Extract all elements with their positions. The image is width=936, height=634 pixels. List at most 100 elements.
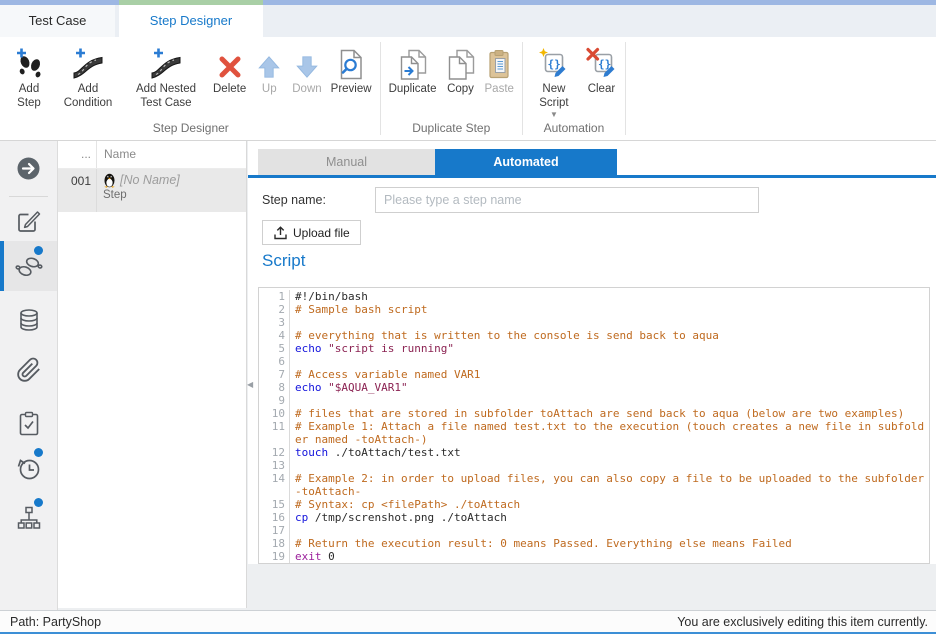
step-name-placeholder: [No Name]	[120, 173, 180, 187]
code-line: 13	[259, 459, 929, 472]
code-text: # Access variable named VAR1	[290, 368, 929, 381]
line-number: 12	[259, 446, 290, 459]
line-number: 1	[259, 290, 290, 303]
ribbon-button-label: Add Nested Test Case	[128, 83, 204, 110]
status-editing-message: You are exclusively editing this item cu…	[677, 615, 928, 629]
dropdown-arrow-icon: ▼	[550, 112, 558, 118]
code-text	[290, 524, 929, 537]
sidebar-item-data[interactable]	[0, 307, 57, 334]
step-editor-panel: ◀ Manual Automated Step name: Upload fil…	[248, 141, 936, 610]
ribbon-delete-button[interactable]: Delete	[210, 43, 249, 98]
line-number: 18	[259, 537, 290, 550]
line-number: 5	[259, 342, 290, 355]
ribbon-add-condition-button[interactable]: Add Condition	[54, 43, 122, 111]
add-condition-icon	[72, 47, 104, 80]
ribbon-button-label: Down	[292, 83, 321, 97]
code-line: 1#!/bin/bash	[259, 290, 929, 303]
notification-badge	[34, 498, 43, 507]
step-list-row[interactable]: 001	[58, 169, 246, 212]
code-line: 2# Sample bash script	[259, 303, 929, 316]
window-tabbar: Test Case Step Designer	[0, 5, 936, 37]
line-number: 13	[259, 459, 290, 472]
code-text	[290, 316, 929, 329]
ribbon-button-label: Paste	[485, 83, 514, 97]
ribbon-button-label: Clear	[588, 83, 615, 97]
step-name-input[interactable]	[375, 187, 759, 213]
ribbon-new-script-button[interactable]: {} New Script ▼	[528, 43, 580, 119]
edit-icon	[15, 207, 42, 234]
ribbon-button-label: Up	[262, 83, 277, 97]
delete-icon	[217, 54, 243, 80]
sidebar-item-navigate[interactable]	[0, 155, 57, 182]
ribbon-add-nested-test-case-button[interactable]: Add Nested Test Case	[125, 43, 207, 111]
column-header-menu[interactable]: ...	[58, 141, 97, 168]
ribbon-down-button: Down	[289, 43, 324, 98]
panel-bottom-filler	[248, 564, 936, 610]
column-header-name[interactable]: Name	[97, 141, 246, 168]
sidebar-item-checklist[interactable]	[0, 411, 57, 438]
ribbon-button-label: New Script	[531, 83, 577, 110]
code-line: 3	[259, 316, 929, 329]
sidebar-item-dependencies[interactable]	[0, 505, 57, 532]
ribbon-copy-button[interactable]: Copy	[443, 43, 479, 98]
ribbon-clear-button[interactable]: {}Clear	[583, 43, 620, 98]
code-text: echo "script is running"	[290, 342, 929, 355]
code-text: # files that are stored in subfolder toA…	[290, 407, 929, 420]
preview-icon	[337, 49, 365, 80]
ribbon-add-step-button[interactable]: Add Step	[7, 43, 51, 111]
code-text	[290, 394, 929, 407]
code-line: 10# files that are stored in subfolder t…	[259, 407, 929, 420]
upload-file-button[interactable]: Upload file	[262, 220, 361, 245]
paperclip-icon	[16, 357, 42, 384]
code-line: 17	[259, 524, 929, 537]
code-text: cp /tmp/screnshot.png ./toAttach	[290, 511, 929, 524]
tab-step-designer[interactable]: Step Designer	[119, 5, 263, 37]
code-text: #!/bin/bash	[290, 290, 929, 303]
ribbon-group-separator	[380, 42, 381, 135]
tab-test-case[interactable]: Test Case	[0, 5, 115, 37]
code-line: 15# Syntax: cp <filePath> ./toAttach	[259, 498, 929, 511]
line-number: 2	[259, 303, 290, 316]
code-line: 6	[259, 355, 929, 368]
svg-text:{}: {}	[548, 58, 561, 71]
ribbon-duplicate-button[interactable]: Duplicate	[386, 43, 440, 98]
code-line: 14# Example 2: in order to upload files,…	[259, 472, 929, 498]
script-section-heading: Script	[262, 251, 305, 271]
ribbon-button-label: Delete	[213, 83, 246, 97]
code-text: # Syntax: cp <filePath> ./toAttach	[290, 498, 929, 511]
ribbon-up-button: Up	[252, 43, 286, 98]
code-text: # Example 2: in order to upload files, y…	[290, 472, 929, 498]
ribbon-group-automation: {} New Script ▼ {}Clear Automation	[525, 37, 623, 140]
code-text: exit 0	[290, 550, 929, 563]
line-number: 19	[259, 550, 290, 563]
ribbon-group-label: Automation	[528, 119, 620, 140]
code-text: # Return the execution result: 0 means P…	[290, 537, 929, 550]
mode-tabs: Manual Automated	[258, 149, 617, 175]
status-path: Path: PartyShop	[10, 615, 101, 629]
step-type-label: Step	[103, 189, 246, 201]
line-number: 4	[259, 329, 290, 342]
hierarchy-icon	[16, 505, 42, 532]
duplicate-icon	[398, 49, 428, 80]
ribbon-button-label: Add Step	[10, 83, 48, 110]
code-line: 19exit 0	[259, 550, 929, 563]
tab-automated[interactable]: Automated	[435, 149, 617, 175]
app-window: Test Case Step Designer Add StepAdd Cond…	[0, 0, 936, 634]
collapse-panel-handle[interactable]: ◀	[247, 375, 257, 393]
sidebar-item-steps[interactable]	[0, 253, 57, 280]
active-tab-underline	[248, 175, 936, 178]
code-text	[290, 355, 929, 368]
sidebar-item-attachments[interactable]	[0, 357, 57, 384]
ribbon-group-separator	[625, 42, 626, 135]
up-icon	[255, 54, 283, 80]
code-line: 18# Return the execution result: 0 means…	[259, 537, 929, 550]
ribbon-preview-button[interactable]: Preview	[328, 43, 375, 98]
line-number: 9	[259, 394, 290, 407]
tab-manual[interactable]: Manual	[258, 149, 435, 175]
sidebar-item-history[interactable]	[0, 455, 57, 482]
code-line: 5echo "script is running"	[259, 342, 929, 355]
sidebar-item-edit[interactable]	[0, 207, 57, 234]
ribbon-group-label: Duplicate Step	[386, 119, 517, 140]
script-code-editor[interactable]: 1#!/bin/bash2# Sample bash script3 4# ev…	[258, 287, 930, 564]
ribbon-toolbar: Add StepAdd ConditionAdd Nested Test Cas…	[0, 37, 936, 141]
